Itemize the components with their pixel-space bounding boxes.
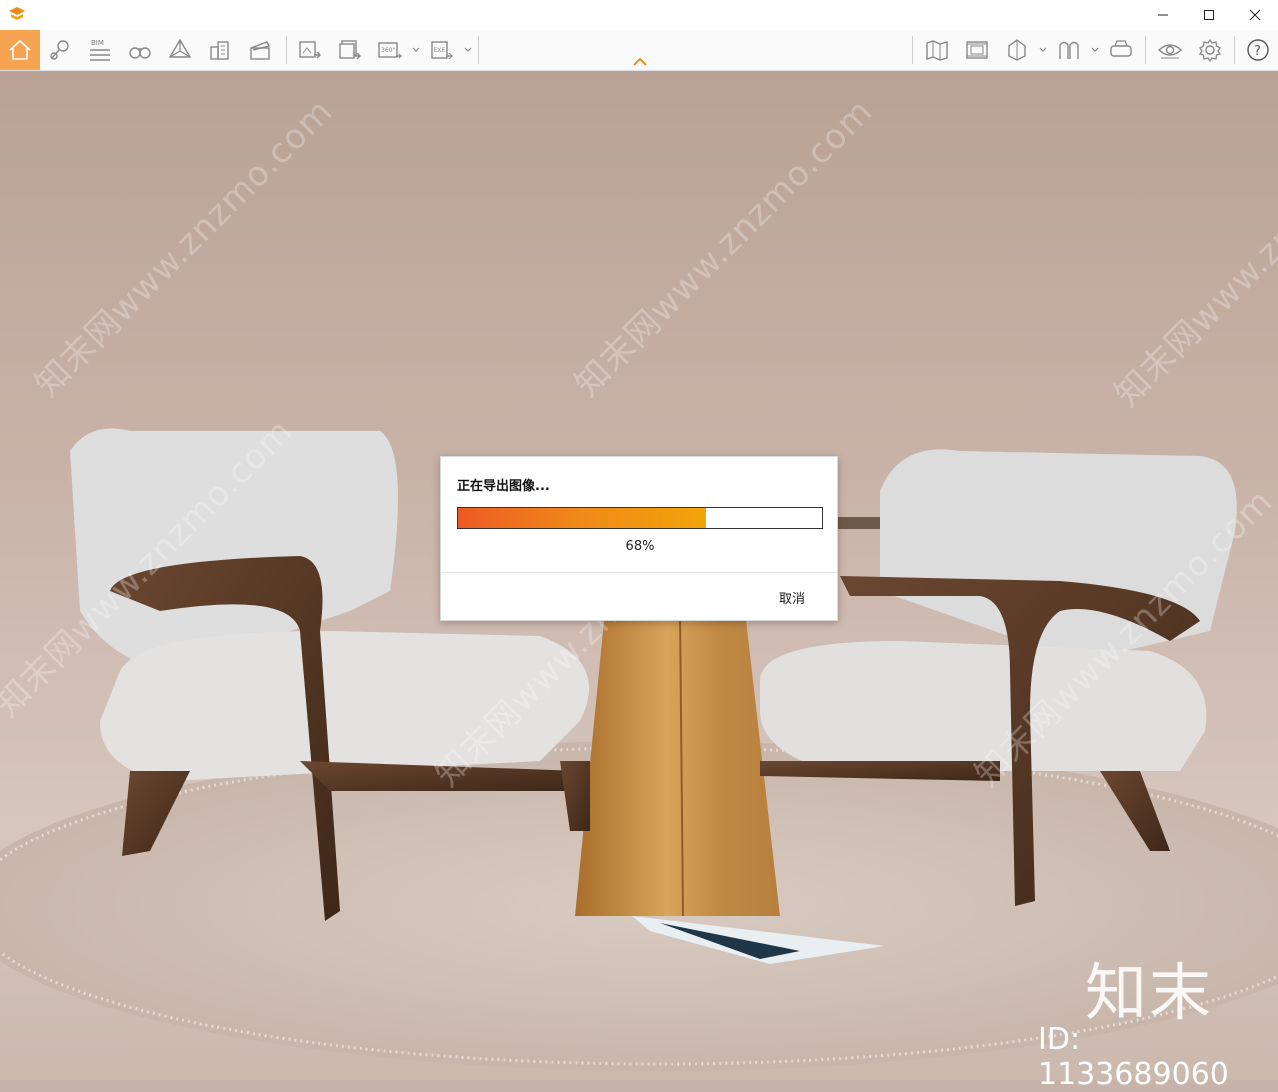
section-box-icon	[1008, 39, 1026, 61]
location-button[interactable]	[40, 30, 80, 70]
title-bar	[0, 0, 1278, 30]
bim-label: BIM	[91, 39, 104, 47]
export-exe-icon: EXE	[431, 41, 453, 60]
chevron-down-icon	[412, 47, 420, 52]
visibility-button[interactable]	[1150, 30, 1190, 70]
arches-icon	[1059, 41, 1079, 59]
walkthrough-button[interactable]	[120, 30, 160, 70]
perspective-button[interactable]	[160, 30, 200, 70]
arches-dropdown[interactable]	[1089, 30, 1101, 70]
animation-button[interactable]	[240, 30, 280, 70]
toolbar-divider	[912, 36, 913, 64]
map-pin-icon	[50, 40, 69, 60]
film-strip-icon	[966, 41, 988, 59]
maximize-button[interactable]	[1186, 0, 1232, 30]
collapse-toolbar-button[interactable]	[628, 54, 652, 70]
toolbar-divider	[286, 36, 287, 64]
map-icon	[926, 40, 948, 61]
progress-bar	[457, 507, 823, 529]
chevron-down-icon	[464, 47, 472, 52]
toolbar-divider	[1145, 36, 1146, 64]
export-exe-label: EXE	[434, 47, 446, 54]
export-batch-button[interactable]	[330, 30, 370, 70]
perspective-cube-icon	[168, 38, 192, 58]
dialog-title: 正在导出图像...	[457, 479, 550, 494]
home-icon	[9, 39, 31, 60]
export-image-icon	[299, 41, 321, 59]
toolbar-divider	[478, 36, 479, 64]
minimize-button[interactable]	[1140, 0, 1186, 30]
export-batch-icon	[339, 40, 361, 60]
help-icon: ?	[1247, 39, 1269, 61]
clapperboard-icon	[250, 41, 271, 60]
settings-button[interactable]	[1190, 30, 1230, 70]
chevron-down-icon	[1091, 47, 1099, 52]
buildings-icon	[210, 41, 229, 60]
binoculars-icon	[129, 47, 151, 59]
export-360-dropdown[interactable]	[410, 30, 422, 70]
close-button[interactable]	[1232, 0, 1278, 30]
progress-bar-fill	[458, 508, 706, 528]
toolbar-divider	[1234, 36, 1235, 64]
help-button[interactable]: ?	[1238, 30, 1278, 70]
home-button[interactable]	[0, 30, 40, 70]
chevron-up-icon	[633, 57, 647, 66]
section-box-button[interactable]	[997, 30, 1037, 70]
progress-percent: 68%	[625, 539, 655, 554]
export-progress-dialog: 正在导出图像... 68% 取消	[440, 456, 838, 621]
close-icon	[1249, 9, 1261, 21]
vr-headset-icon	[1110, 40, 1132, 57]
brand-logo: 知末	[1085, 956, 1214, 1029]
bim-button[interactable]: BIM	[80, 30, 120, 70]
arches-button[interactable]	[1049, 30, 1089, 70]
map-button[interactable]	[917, 30, 957, 70]
cancel-button[interactable]: 取消	[761, 583, 823, 611]
section-box-dropdown[interactable]	[1037, 30, 1049, 70]
maximize-icon	[1204, 10, 1214, 20]
bim-icon: BIM	[90, 39, 110, 61]
chevron-down-icon	[1039, 47, 1047, 52]
buildings-button[interactable]	[200, 30, 240, 70]
eye-icon	[1157, 44, 1183, 59]
toolbar: BIM 360° EXE ?	[0, 30, 1278, 71]
gear-icon	[1198, 38, 1222, 63]
export-360-label: 360°	[381, 47, 395, 54]
export-360-button[interactable]: 360°	[370, 30, 410, 70]
dialog-divider	[441, 572, 837, 573]
export-exe-button[interactable]: EXE	[422, 30, 462, 70]
help-label: ?	[1254, 44, 1261, 59]
app-logo-icon	[9, 7, 25, 20]
vr-button[interactable]	[1101, 30, 1141, 70]
minimize-icon	[1158, 14, 1168, 16]
film-strip-button[interactable]	[957, 30, 997, 70]
export-image-button[interactable]	[290, 30, 330, 70]
export-exe-dropdown[interactable]	[462, 30, 474, 70]
export-360-icon: 360°	[378, 42, 402, 59]
image-id-label: ID: 1133689060	[1038, 1022, 1229, 1092]
